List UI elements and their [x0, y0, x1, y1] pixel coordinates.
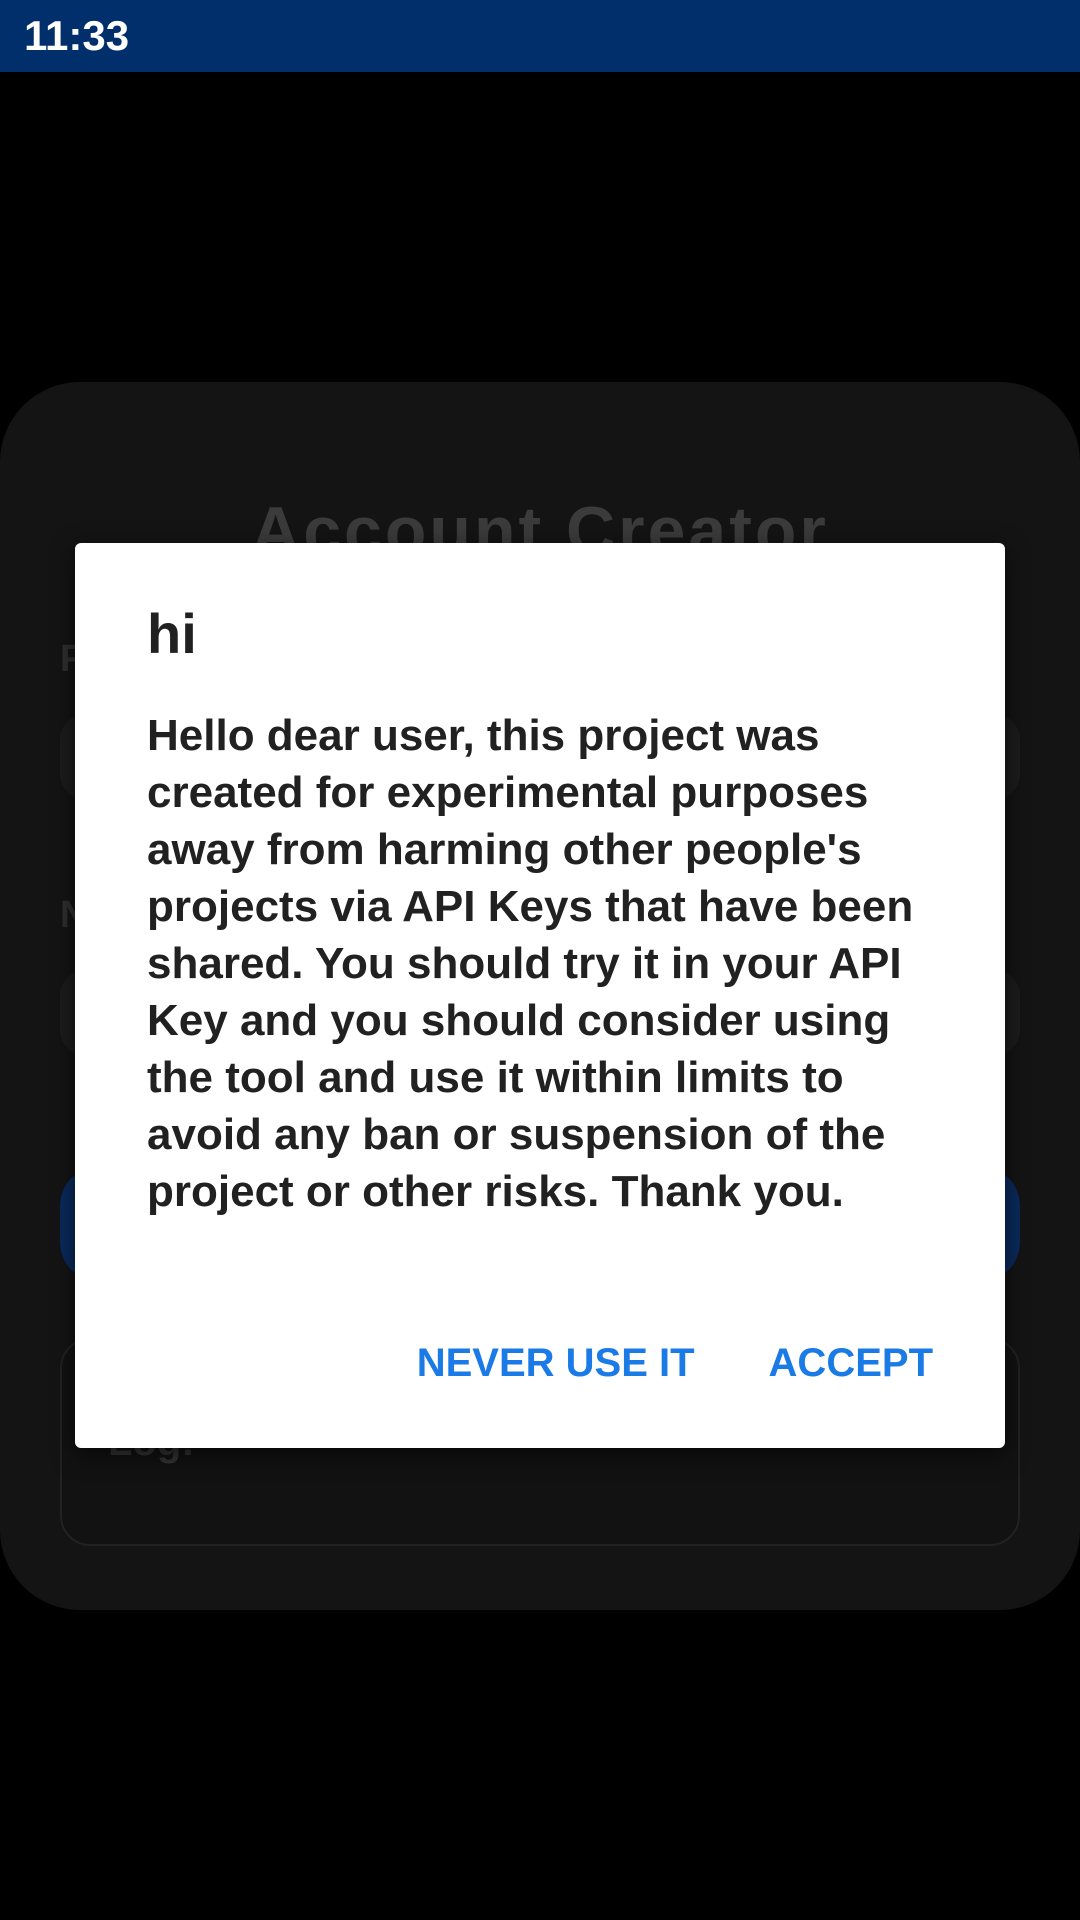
dialog-title: hi [147, 602, 197, 665]
alert-dialog: hi Hello dear user, this project was cre… [75, 543, 1005, 1448]
accept-button[interactable]: ACCEPT [769, 1333, 933, 1393]
status-bar: 11:33 [0, 0, 1080, 72]
dialog-actions: NEVER USE IT ACCEPT [417, 1333, 933, 1393]
never-use-it-button[interactable]: NEVER USE IT [417, 1333, 695, 1393]
status-time: 11:33 [24, 12, 130, 59]
dialog-message: Hello dear user, this project was create… [147, 711, 914, 1216]
